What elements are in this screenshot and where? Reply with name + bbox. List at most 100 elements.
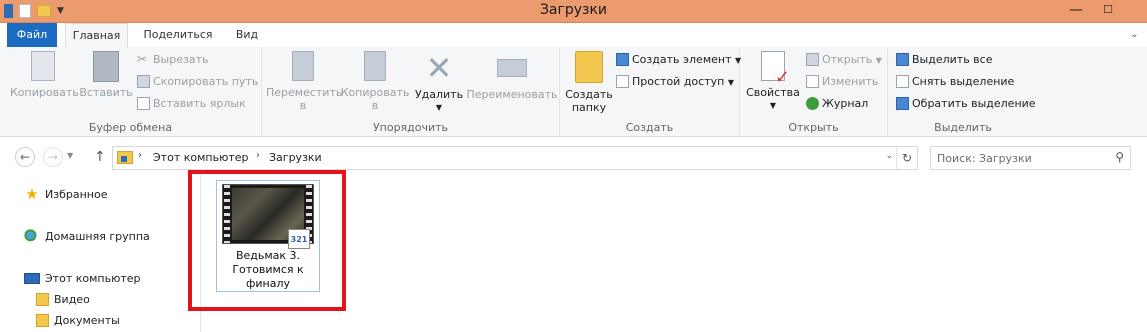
paste-label: Вставить	[79, 86, 133, 99]
forward-button[interactable]: →	[43, 147, 63, 167]
scissors-icon: ✂	[137, 51, 148, 66]
nav-item-this-pc[interactable]: Этот компьютер	[24, 270, 141, 288]
copy-icon	[31, 51, 55, 81]
nav-item-documents[interactable]: Документы	[36, 312, 120, 330]
new-folder-icon	[575, 51, 603, 83]
new-folder-label-2: папку	[571, 101, 607, 114]
refresh-icon[interactable]: ↻	[896, 147, 917, 169]
copy-to-icon	[364, 51, 386, 81]
back-button[interactable]: ←	[15, 147, 35, 167]
edit-label: Изменить	[822, 75, 879, 88]
new-folder-label: Создать	[565, 88, 613, 101]
group-new: Создать папку Создать элемент ▼ Простой …	[560, 47, 741, 136]
invert-selection-icon	[896, 96, 909, 110]
cut-button[interactable]: ✂ Вырезать	[137, 51, 208, 69]
copy-button[interactable]: Копировать	[10, 51, 79, 99]
select-none-label: Снять выделение	[912, 75, 1015, 88]
chevron-right-icon[interactable]: ›	[138, 150, 142, 161]
breadcrumb-this-pc[interactable]: Этот компьютер	[153, 151, 249, 164]
group-clipboard: Копировать Вставить ✂ Вырезать Скопироват…	[0, 47, 262, 136]
invert-selection-button[interactable]: Обратить выделение	[896, 95, 1036, 113]
breadcrumb-downloads[interactable]: Загрузки	[269, 151, 322, 164]
new-item-button[interactable]: Создать элемент ▼	[616, 51, 741, 69]
navigation-pane: ★ Избранное Домашняя группа Этот компьюте…	[0, 170, 201, 332]
forward-arrow-icon: →	[47, 150, 59, 164]
copy-label: Копировать	[10, 86, 79, 99]
minimize-button[interactable]: —	[1061, 0, 1091, 22]
properties-label: Свойства	[746, 86, 800, 99]
rename-button[interactable]: Переименовать	[466, 51, 558, 101]
ribbon-tabs: Файл Главная Поделиться Вид ⌄	[0, 23, 1147, 48]
chevron-right-icon[interactable]: ›	[256, 150, 260, 161]
nav-item-label: Избранное	[45, 188, 108, 201]
new-folder-button[interactable]: Создать папку	[564, 51, 614, 114]
move-to-label-2: в	[299, 99, 307, 112]
copy-to-label-2: в	[371, 99, 379, 112]
select-none-button[interactable]: Снять выделение	[896, 73, 1014, 91]
nav-item-label: Видео	[54, 293, 90, 306]
easy-access-label: Простой доступ	[632, 75, 725, 88]
paste-shortcut-label: Вставить ярлык	[153, 97, 246, 110]
address-bar[interactable]: › Этот компьютер › Загрузки ⌄ ↻	[112, 146, 918, 170]
copy-to-label: Копировать	[340, 86, 410, 99]
search-box[interactable]: ⚲	[930, 146, 1131, 170]
documents-folder-icon	[36, 313, 49, 327]
history-button[interactable]: Журнал	[806, 95, 868, 113]
properties-dropdown-icon[interactable]: ▼	[744, 99, 802, 112]
easy-access-icon	[616, 74, 629, 88]
group-organize: Переместить в Копировать в ✕ Удалить ▼ П…	[262, 47, 560, 136]
move-to-label: Переместить	[266, 86, 343, 99]
tab-share[interactable]: Поделиться	[133, 23, 223, 47]
paste-shortcut-button[interactable]: Вставить ярлык	[137, 95, 246, 113]
copy-path-button[interactable]: Скопировать путь	[137, 73, 258, 91]
file-name: Ведьмак 3. Готовимся к финалу	[232, 249, 304, 290]
rename-label: Переименовать	[466, 88, 558, 101]
homegroup-icon	[24, 229, 40, 243]
tab-view[interactable]: Вид	[227, 23, 267, 47]
paste-button[interactable]: Вставить	[78, 51, 134, 99]
delete-dropdown-icon[interactable]: ▼	[414, 101, 464, 114]
select-all-button[interactable]: Выделить все	[896, 51, 992, 69]
clipboard-icon	[93, 51, 119, 82]
history-icon	[806, 96, 819, 110]
nav-item-favorites[interactable]: ★ Избранное	[24, 186, 107, 204]
group-label-select: Выделить	[934, 121, 992, 134]
open-dropdown-icon: ▼	[875, 56, 882, 65]
edit-button[interactable]: Изменить	[806, 73, 878, 91]
nav-item-label: Документы	[54, 314, 120, 327]
search-input[interactable]	[937, 150, 1102, 166]
tab-home[interactable]: Главная	[65, 23, 128, 48]
nav-item-videos[interactable]: Видео	[36, 291, 90, 309]
ribbon: Копировать Вставить ✂ Вырезать Скопироват…	[0, 47, 1147, 137]
tab-file[interactable]: Файл	[7, 23, 57, 47]
title-bar: ▼ Загрузки — ☐	[0, 0, 1147, 23]
move-to-button[interactable]: Переместить в	[266, 51, 343, 112]
star-icon: ★	[25, 185, 39, 203]
group-open: Свойства ▼ Открыть ▼ Изменить Журнал Отк…	[740, 47, 888, 136]
navigation-bar: ← → ▼ ↑ › Этот компьютер › Загрузки ⌄ ↻ …	[0, 143, 1147, 170]
up-arrow-icon[interactable]: ↑	[94, 149, 106, 165]
maximize-button[interactable]: ☐	[1093, 0, 1123, 22]
new-item-icon	[616, 52, 629, 66]
invert-selection-label: Обратить выделение	[912, 97, 1036, 110]
copy-to-button[interactable]: Копировать в	[340, 51, 410, 112]
open-button[interactable]: Открыть ▼	[806, 51, 882, 69]
delete-button[interactable]: ✕ Удалить ▼	[414, 51, 464, 114]
nav-item-homegroup[interactable]: Домашняя группа	[24, 228, 150, 246]
downloads-folder-icon	[117, 151, 133, 164]
properties-button[interactable]: Свойства ▼	[744, 51, 802, 112]
easy-access-dropdown-icon: ▼	[727, 78, 734, 87]
history-label: Журнал	[822, 97, 869, 110]
paste-shortcut-icon	[137, 96, 150, 110]
open-icon	[806, 52, 819, 66]
address-history-chevron-icon[interactable]: ⌄	[885, 151, 893, 161]
recent-locations-chevron-icon[interactable]: ▼	[67, 151, 73, 160]
new-item-label: Создать элемент	[632, 53, 732, 66]
search-icon[interactable]: ⚲	[1115, 150, 1124, 164]
rename-icon	[497, 59, 527, 77]
easy-access-button[interactable]: Простой доступ ▼	[616, 73, 734, 91]
group-select: Выделить все Снять выделение Обратить вы…	[888, 47, 1038, 136]
window-title: Загрузки	[539, 2, 608, 18]
expand-ribbon-icon[interactable]: ⌄	[1128, 28, 1141, 41]
file-item[interactable]: 321 Ведьмак 3. Готовимся к финалу	[216, 180, 320, 292]
